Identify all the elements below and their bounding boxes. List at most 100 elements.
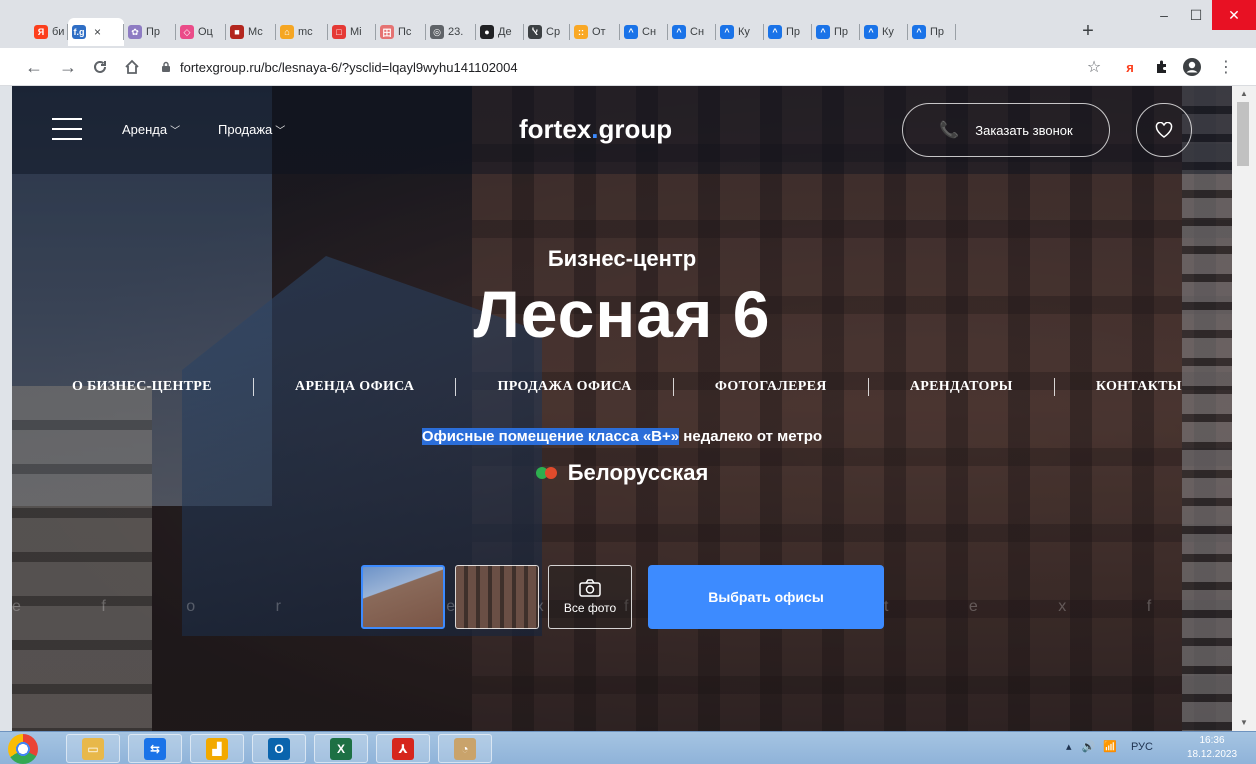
tab-favicon-icon: ^ — [816, 25, 830, 39]
explorer-taskbar-button[interactable]: ▭ — [66, 734, 120, 763]
tab-label: би — [52, 26, 65, 38]
tab-label: Ку — [882, 26, 894, 38]
favorites-button[interactable] — [1136, 103, 1192, 157]
input-language[interactable]: РУС — [1131, 741, 1153, 753]
browser-tab[interactable]: ^ Ку — [860, 18, 908, 46]
section-link-rent[interactable]: АРЕНДА ОФИСА — [295, 379, 414, 395]
tab-label: Оц — [198, 26, 213, 38]
tab-label: Мс — [248, 26, 263, 38]
browser-tab[interactable]: ✿ Пр — [124, 18, 176, 46]
outlook-icon: O — [268, 737, 290, 760]
browser-tab[interactable]: 田 Пс — [376, 18, 426, 46]
browser-tab[interactable]: :: От — [570, 18, 620, 46]
browser-tab[interactable]: ^ Ку — [716, 18, 764, 46]
pdf-icon: ⅄ — [392, 737, 414, 760]
close-window-button[interactable]: ✕ — [1212, 0, 1256, 30]
acrobat-taskbar-button[interactable]: ⅄ — [376, 734, 430, 763]
metro-station: Белорусская — [12, 460, 1232, 486]
metro-line-icon — [535, 467, 558, 479]
new-tab-button[interactable]: + — [1076, 20, 1100, 44]
scroll-up-icon[interactable]: ▲ — [1232, 86, 1256, 102]
yandex-extension-icon[interactable]: я — [1118, 55, 1142, 79]
chrome-taskbar-icon[interactable] — [8, 734, 38, 764]
forward-icon[interactable]: → — [56, 55, 80, 79]
system-clock[interactable]: 16:36 18.12.2023 — [1186, 734, 1238, 762]
tray-arrow-icon[interactable]: ▴ — [1066, 740, 1072, 753]
tab-label: От — [592, 26, 606, 38]
tab-label: Сн — [690, 26, 705, 38]
tab-close-icon[interactable]: × — [94, 25, 101, 39]
section-link-tenants[interactable]: АРЕНДАТОРЫ — [910, 379, 1013, 395]
teamviewer-icon: ⇆ — [144, 737, 166, 760]
chart-app-taskbar-button[interactable]: ▟ — [190, 734, 244, 763]
back-icon[interactable]: ← — [22, 55, 46, 79]
section-link-sale[interactable]: ПРОДАЖА ОФИСА — [498, 379, 632, 395]
phone-icon: 📞 — [939, 122, 960, 139]
excel-taskbar-button[interactable]: X — [314, 734, 368, 763]
page-scrollbar[interactable]: ▲ ▼ — [1232, 86, 1256, 731]
minimize-button[interactable]: – — [1148, 0, 1180, 30]
extensions-puzzle-icon[interactable] — [1150, 55, 1174, 79]
scrollbar-thumb[interactable] — [1237, 102, 1249, 166]
nav-sale-dropdown[interactable]: Продажа ﹀ — [218, 122, 285, 137]
windows-taskbar: ▭ ⇆ ▟ O X ⅄ ◔ ▴ 🔊 📶 РУС 16:36 18.12.2023 — [0, 731, 1256, 764]
section-link-contacts[interactable]: КОНТАКТЫ — [1096, 379, 1182, 395]
section-link-about[interactable]: О БИЗНЕС-ЦЕНТРЕ — [72, 379, 212, 395]
network-signal-icon[interactable]: 📶 — [1103, 740, 1117, 753]
tab-favicon-icon: ^ — [864, 25, 878, 39]
browser-tab[interactable]: f.g × — [68, 18, 124, 46]
browser-tab[interactable]: ◎ 23. — [426, 18, 476, 46]
heart-icon — [1155, 122, 1173, 138]
address-bar[interactable]: fortexgroup.ru/bc/lesnaya-6/?ysclid=lqay… — [160, 53, 1100, 81]
paint-palette-icon: ◔ — [454, 737, 476, 760]
tab-label: Пс — [398, 26, 412, 38]
outlook-taskbar-button[interactable]: O — [252, 734, 306, 763]
teamviewer-taskbar-button[interactable]: ⇆ — [128, 734, 182, 763]
browser-tab[interactable]: Яби — [30, 18, 68, 46]
maximize-button[interactable]: ☐ — [1180, 0, 1212, 30]
select-offices-button[interactable]: Выбрать офисы — [648, 565, 884, 629]
tab-favicon-icon: ^ — [624, 25, 638, 39]
nav-rent-dropdown[interactable]: Аренда ﹀ — [122, 122, 180, 137]
browser-tab[interactable]: ^ Пр — [764, 18, 812, 46]
browser-tab[interactable]: ^ Сн — [620, 18, 668, 46]
site-logo[interactable]: fortex.group — [519, 114, 672, 145]
browser-tab[interactable]: ^ Сн — [668, 18, 716, 46]
home-icon[interactable] — [120, 55, 144, 79]
tab-label: Пр — [786, 26, 801, 38]
reload-icon[interactable] — [88, 55, 112, 79]
volume-icon[interactable]: 🔊 — [1082, 740, 1096, 753]
gallery-thumbnail-2[interactable] — [455, 565, 539, 629]
selected-text: Офисные помещение класса «В+» — [421, 428, 680, 445]
paint-taskbar-button[interactable]: ◔ — [438, 734, 492, 763]
tab-favicon-icon: ✿ — [128, 25, 142, 39]
profile-avatar-icon[interactable] — [1180, 55, 1204, 79]
hero-tagline: Офисные помещение класса «В+» недалеко о… — [421, 428, 823, 445]
all-photos-button[interactable]: Все фото — [548, 565, 632, 629]
tab-favicon-icon: ﭏ — [528, 25, 542, 39]
browser-tab[interactable]: ◇ Оц — [176, 18, 226, 46]
scroll-down-icon[interactable]: ▼ — [1232, 715, 1256, 731]
tab-label: Пр — [834, 26, 849, 38]
bookmark-star-icon[interactable]: ☆ — [1082, 55, 1106, 79]
lock-icon — [162, 61, 170, 72]
browser-tab[interactable]: ^ Пр — [908, 18, 956, 46]
request-call-button[interactable]: 📞 Заказать звонок — [902, 103, 1110, 157]
browser-tab[interactable]: □ Mi — [328, 18, 376, 46]
tab-favicon-icon: ⌂ — [280, 25, 294, 39]
excel-icon: X — [330, 737, 352, 760]
tab-favicon-icon: ^ — [672, 25, 686, 39]
tab-favicon-icon: ^ — [720, 25, 734, 39]
browser-tab[interactable]: ■ Мс — [226, 18, 276, 46]
hamburger-menu-icon[interactable] — [52, 118, 82, 140]
tab-favicon-icon: 田 — [380, 25, 394, 39]
gallery-thumbnail-1[interactable] — [361, 565, 445, 629]
chevron-down-icon: ﹀ — [170, 126, 181, 137]
browser-tab[interactable]: ^ Пр — [812, 18, 860, 46]
browser-tab[interactable]: ⌂ mc — [276, 18, 328, 46]
section-link-gallery[interactable]: ФОТОГАЛЕРЕЯ — [715, 379, 827, 395]
browser-menu-icon[interactable]: ⋮ — [1214, 55, 1238, 79]
tab-label: Пр — [146, 26, 161, 38]
browser-tab[interactable]: ﭏ Ср — [524, 18, 570, 46]
browser-tab[interactable]: ● Де — [476, 18, 524, 46]
